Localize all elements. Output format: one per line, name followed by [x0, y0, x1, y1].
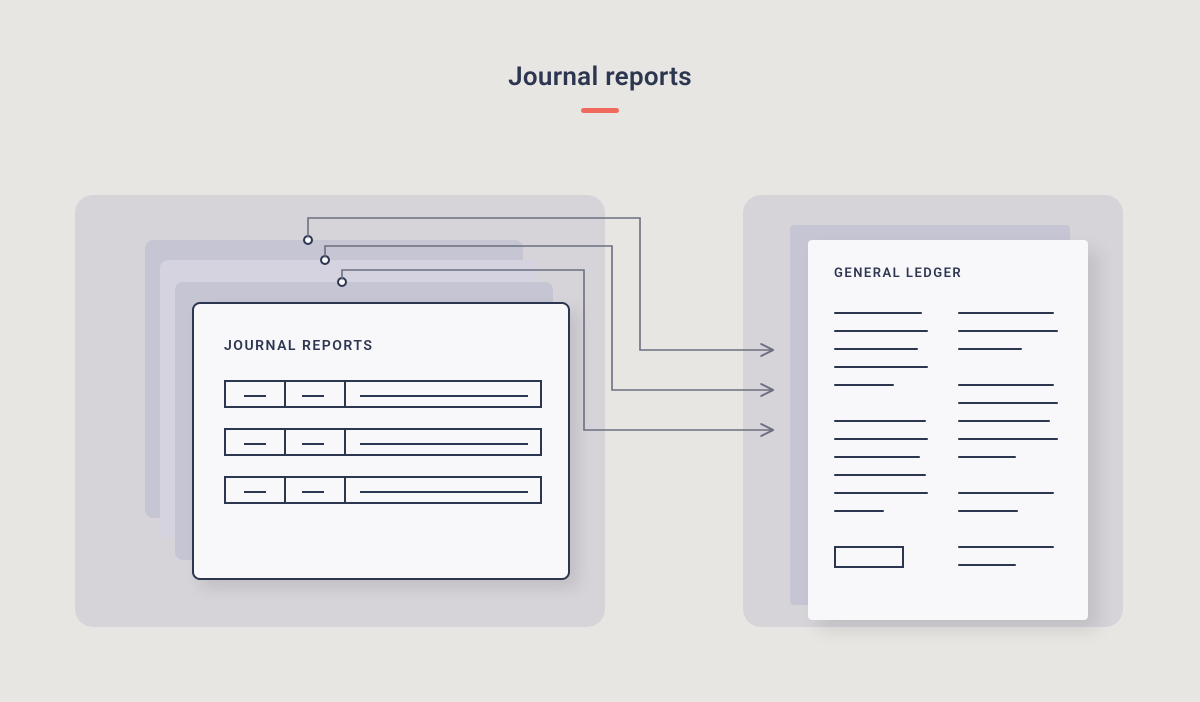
journal-card-front: JOURNAL REPORTS [192, 302, 570, 580]
ledger-card: GENERAL LEDGER [808, 240, 1088, 620]
connector-dot-icon [320, 255, 330, 265]
diagram-stage: JOURNAL REPORTS GENERAL LEDGER [0, 0, 1200, 702]
ledger-card-title: GENERAL LEDGER [834, 266, 962, 281]
ledger-total-box [834, 546, 904, 568]
connector-dot-icon [337, 277, 347, 287]
connector-dot-icon [303, 235, 313, 245]
table-row [224, 476, 542, 504]
journal-card-title: JOURNAL REPORTS [224, 338, 373, 354]
table-row [224, 380, 542, 408]
table-row [224, 428, 542, 456]
